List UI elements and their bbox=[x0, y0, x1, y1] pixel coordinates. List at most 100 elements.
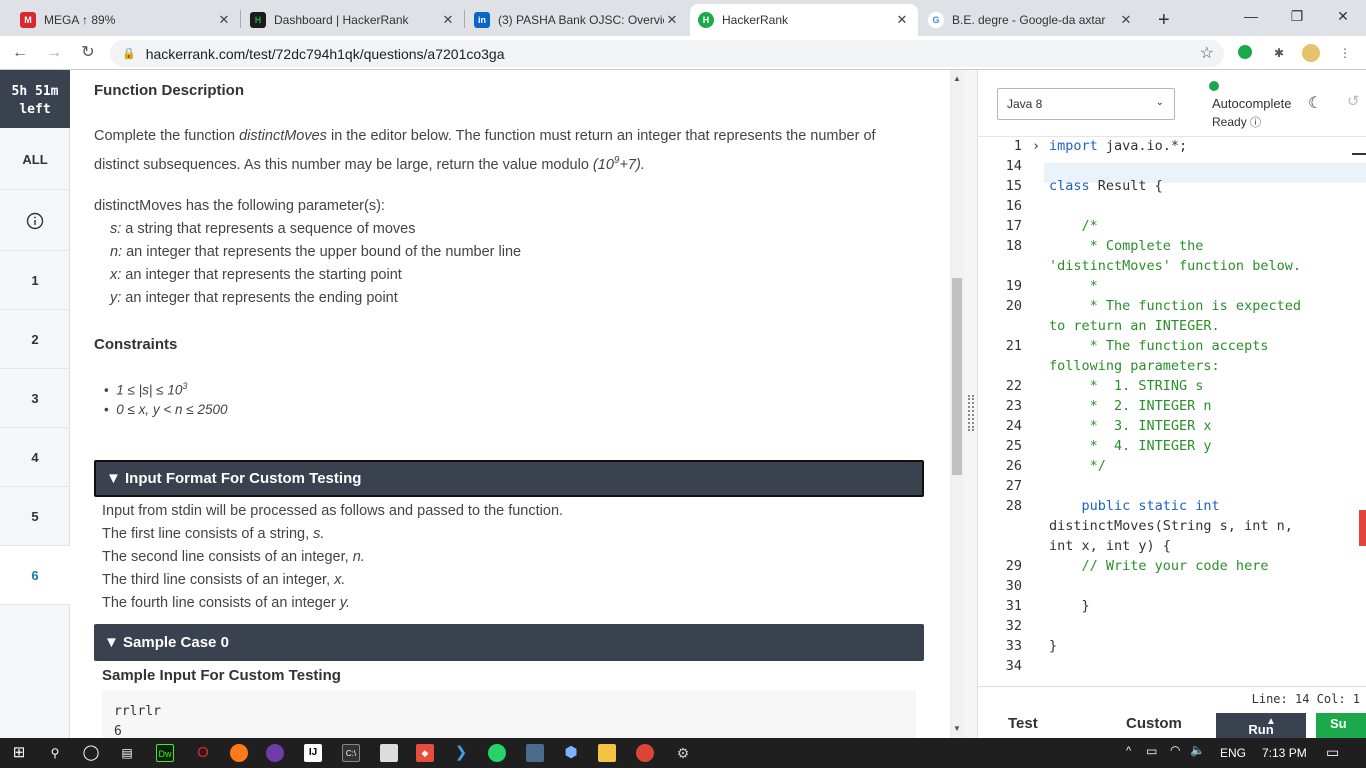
close-window-button[interactable]: ✕ bbox=[1320, 0, 1366, 32]
input-format-line-2: The first line consists of a string, s. bbox=[102, 526, 325, 542]
code-text: */ bbox=[1049, 458, 1106, 474]
function-description-heading: Function Description bbox=[94, 82, 244, 99]
description-line-1: Complete the function distinctMoves in t… bbox=[94, 128, 876, 144]
minimize-button[interactable]: — bbox=[1228, 0, 1274, 32]
task-view-icon[interactable]: ▤ bbox=[118, 744, 136, 762]
code-text: * bbox=[1049, 278, 1098, 294]
timer-suffix: left bbox=[19, 102, 51, 117]
extension-green-icon[interactable] bbox=[1238, 45, 1252, 59]
language-indicator[interactable]: ENG bbox=[1220, 746, 1246, 760]
virtualbox-icon[interactable]: ⬢ bbox=[562, 744, 580, 762]
wifi-icon[interactable]: ◠ bbox=[1170, 743, 1180, 757]
submit-button[interactable]: Su bbox=[1316, 713, 1366, 738]
tab-mega[interactable]: M MEGA ↑ 89% ✕ bbox=[12, 4, 240, 36]
input-format-toggle[interactable]: ▼ Input Format For Custom Testing bbox=[94, 460, 924, 497]
url-text: hackerrank.com/test/72dc794h1qk/question… bbox=[145, 45, 505, 62]
code-text: class Result { bbox=[1049, 178, 1163, 194]
code-text: distinctMoves(String s, int n, bbox=[1049, 518, 1293, 534]
rail-item-question-3[interactable]: 3 bbox=[0, 369, 70, 428]
notification-icon[interactable]: ▭ bbox=[1326, 744, 1339, 761]
line-number: 1 bbox=[1013, 138, 1022, 154]
scrollbar-thumb[interactable] bbox=[952, 278, 962, 475]
anydesk-icon[interactable]: ◆ bbox=[416, 744, 434, 762]
constraint-2: • 0 ≤ x, y < n ≤ 2500 bbox=[104, 402, 228, 417]
whatsapp-icon[interactable] bbox=[488, 744, 506, 762]
back-arrow-icon[interactable]: ← bbox=[8, 42, 32, 64]
close-icon[interactable]: ✕ bbox=[216, 12, 232, 28]
close-icon[interactable]: ✕ bbox=[664, 12, 680, 28]
forward-arrow-icon[interactable]: → bbox=[42, 42, 66, 64]
opera-icon[interactable]: O bbox=[194, 744, 212, 762]
description-line-2: distinct subsequences. As this number ma… bbox=[94, 155, 645, 173]
file-explorer-icon[interactable] bbox=[598, 744, 616, 762]
moon-icon[interactable]: ☾ bbox=[1308, 93, 1322, 113]
puzzle-icon[interactable]: ✱ bbox=[1270, 44, 1288, 62]
menu-kebab-icon[interactable]: ⋮ bbox=[1336, 44, 1354, 62]
line-number: 21 bbox=[1005, 338, 1022, 354]
custom-tab[interactable]: Custom bbox=[1126, 710, 1182, 738]
sample-case-0-toggle[interactable]: ▼ Sample Case 0 bbox=[94, 624, 924, 661]
notepad-icon[interactable] bbox=[380, 744, 398, 762]
timer-value: 5h 51m bbox=[11, 84, 59, 99]
tab-dashboard-hackerrank[interactable]: H Dashboard | HackerRank ✕ bbox=[242, 4, 464, 36]
error-marker bbox=[1359, 510, 1366, 546]
rail-item-question-2[interactable]: 2 bbox=[0, 310, 70, 369]
history-icon[interactable]: ↺ bbox=[1347, 92, 1360, 110]
chevron-up-icon[interactable]: ^ bbox=[1126, 745, 1131, 757]
app-purple-icon[interactable] bbox=[266, 744, 284, 762]
rail-item-question-6[interactable]: 6 bbox=[0, 546, 70, 605]
terminal-icon[interactable]: C:\ bbox=[342, 744, 360, 762]
google-icon: G bbox=[928, 12, 944, 28]
app-blue-icon[interactable] bbox=[526, 744, 544, 762]
battery-icon[interactable]: ▭ bbox=[1146, 744, 1157, 758]
fold-chevron-icon[interactable]: › bbox=[1032, 136, 1040, 156]
problem-statement: Function Description Complete the functi… bbox=[70, 70, 950, 738]
search-icon[interactable]: ⚲ bbox=[46, 744, 64, 762]
run-button[interactable]: Run bbox=[1216, 713, 1306, 738]
taskbar: ⊞ ⚲ ◯ ▤ Dw O IJ C:\ ◆ ❯ ⬢ ⚙ ^ ▭ ◠ 🔈 ENG … bbox=[0, 738, 1366, 768]
status-dot-icon bbox=[1209, 81, 1219, 91]
hackerrank-icon: H bbox=[698, 12, 714, 28]
close-icon[interactable]: ✕ bbox=[440, 12, 456, 28]
tab-hackerrank-active[interactable]: H HackerRank ✕ bbox=[690, 4, 918, 36]
address-bar[interactable]: 🔒 hackerrank.com/test/72dc794h1qk/questi… bbox=[110, 40, 1224, 67]
tab-google-search[interactable]: G B.E. degre - Google-da axtar ✕ bbox=[920, 4, 1142, 36]
restore-button[interactable]: ❐ bbox=[1274, 0, 1320, 32]
intellij-icon[interactable]: IJ bbox=[304, 744, 322, 762]
dreamweaver-icon[interactable]: Dw bbox=[156, 744, 174, 762]
rail-item-all[interactable]: ALL bbox=[0, 130, 70, 190]
line-number: 27 bbox=[1005, 478, 1022, 494]
tab-linkedin[interactable]: in (3) PASHA Bank OJSC: Overvie ✕ bbox=[466, 4, 688, 36]
close-icon[interactable]: ✕ bbox=[894, 12, 910, 28]
timer: 5h 51m left bbox=[0, 70, 70, 128]
rail-item-question-4[interactable]: 4 bbox=[0, 428, 70, 487]
line-number: 30 bbox=[1005, 578, 1022, 594]
volume-icon[interactable]: 🔈 bbox=[1190, 743, 1205, 757]
app-gear-icon[interactable]: ⚙ bbox=[674, 744, 692, 762]
firefox-icon[interactable] bbox=[230, 744, 248, 762]
close-icon[interactable]: ✕ bbox=[1118, 12, 1134, 28]
code-text: } bbox=[1049, 638, 1058, 654]
language-select[interactable]: Java 8 ⌄ bbox=[997, 88, 1175, 120]
info-icon[interactable] bbox=[0, 191, 70, 251]
code-text: * 2. INTEGER n bbox=[1049, 398, 1212, 414]
autocomplete-toggle[interactable]: Autocomplete bbox=[1212, 96, 1292, 111]
avatar[interactable] bbox=[1302, 44, 1320, 62]
rail-item-question-1[interactable]: 1 bbox=[0, 251, 70, 310]
code-text: int x, int y) { bbox=[1049, 538, 1171, 554]
cortana-icon[interactable]: ◯ bbox=[82, 744, 100, 762]
code-text: /* bbox=[1049, 218, 1098, 234]
test-tab[interactable]: Test bbox=[1008, 710, 1038, 738]
new-tab-button[interactable]: + bbox=[1150, 4, 1180, 36]
vscode-icon[interactable]: ❯ bbox=[452, 744, 470, 762]
star-icon[interactable]: ☆ bbox=[1200, 43, 1214, 63]
code-text: * 1. STRING s bbox=[1049, 378, 1204, 394]
problem-scrollbar[interactable]: ▲ ▼ bbox=[950, 70, 964, 738]
chrome-icon[interactable] bbox=[636, 744, 654, 762]
windows-start-icon[interactable]: ⊞ bbox=[10, 744, 28, 762]
code-text: import java.io.*; bbox=[1049, 138, 1188, 154]
clock[interactable]: 7:13 PM bbox=[1262, 746, 1307, 760]
pane-splitter[interactable] bbox=[964, 70, 978, 738]
reload-icon[interactable]: ↻ bbox=[76, 42, 100, 64]
rail-item-question-5[interactable]: 5 bbox=[0, 487, 70, 546]
